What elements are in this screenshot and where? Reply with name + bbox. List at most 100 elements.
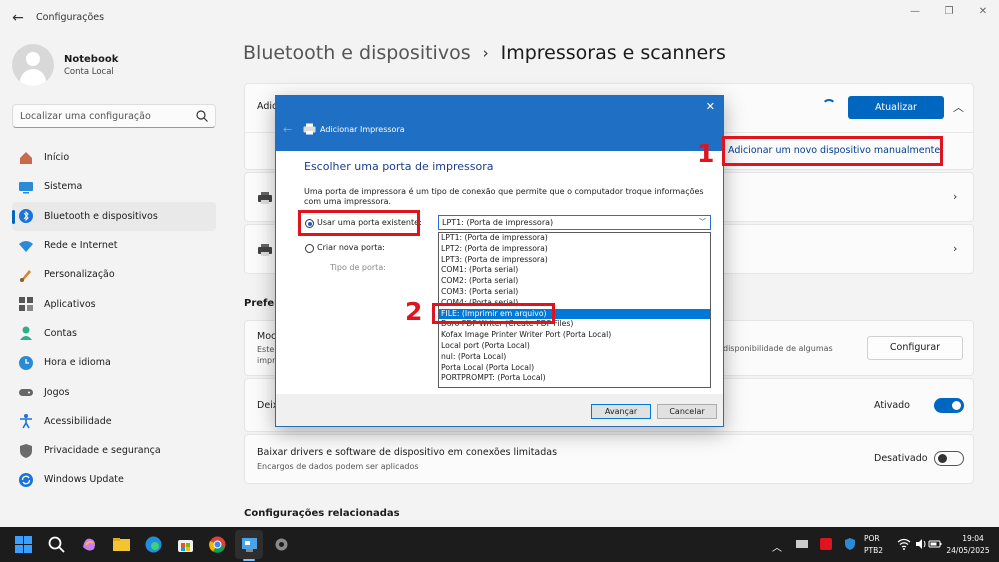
edge-icon[interactable] [144,535,163,554]
sidebar-item-inicio[interactable]: Início [12,143,216,172]
port-option[interactable]: COM1: (Porta serial) [439,265,710,276]
sidebar-item-label: Contas [44,327,77,339]
sidebar-item-label: Aplicativos [44,298,96,310]
sidebar-item-contas[interactable]: Contas [12,319,216,348]
metered-download-toggle[interactable] [934,451,964,466]
user-icon [20,326,32,341]
next-button[interactable]: Avançar [591,404,651,419]
configure-button[interactable]: Configurar [867,336,963,360]
chrome-icon[interactable] [208,535,227,554]
metered-download-title: Baixar drivers e software de dispositivo… [257,447,558,458]
tray-overflow-chevron-icon[interactable]: ︿ [772,539,782,554]
maximize-icon[interactable]: ❐ [940,6,958,20]
printer-icon [303,123,316,135]
sidebar-item-label: Bluetooth e dispositivos [44,210,158,222]
printer-icon [258,244,272,256]
default-printer-toggle[interactable] [934,398,964,413]
port-option[interactable]: LPT1: (Porta de impressora) [439,233,710,244]
sidebar-item-aplicativos[interactable]: Aplicativos [12,289,216,318]
port-option[interactable]: nul: (Porta Local) [439,352,710,363]
related-settings-title: Configurações relacionadas [244,508,400,519]
port-option[interactable]: LPT2: (Porta de impressora) [439,244,710,255]
settings-search[interactable] [12,104,216,128]
user-profile[interactable]: Notebook Conta Local [12,44,118,86]
chevron-right-icon[interactable]: › [953,190,957,203]
clock-date[interactable]: 24/05/2025 [938,546,998,555]
port-option[interactable]: Porta Local (Porta Local) [439,363,710,374]
port-option[interactable]: PORTPROMPT: (Porta Local) [439,373,710,384]
mode-sub-2: impr [257,356,276,365]
toggle-state-label: Desativado [874,453,928,464]
search-input[interactable] [13,105,188,127]
mode-sub-1: Este [257,345,275,354]
volume-icon[interactable] [914,537,928,551]
create-new-port-radio[interactable] [305,244,314,253]
tray-red-app-icon[interactable] [819,537,833,551]
printer-icon [258,192,272,204]
tray-app-icon[interactable] [795,537,809,551]
taskbar: ︿ POR PTB2 19:04 24/05/2025 [0,527,999,562]
port-option[interactable]: Local port (Porta Local) [439,341,710,352]
loading-spinner-icon [822,99,836,113]
sidebar-item-acessibilidade[interactable]: Acessibilidade [12,407,216,436]
chevron-right-icon[interactable]: › [953,242,957,255]
metered-download-sub: Encargos de dados podem ser aplicados [257,462,419,471]
minimize-icon[interactable]: — [906,6,924,20]
preferences-section-title: Prefer [244,298,280,309]
chevron-down-icon[interactable]: ﹀ [699,216,706,229]
dialog-heading: Escolher uma porta de impressora [304,160,494,173]
dialog-title: Adicionar Impressora [320,125,405,134]
monitor-icon [19,181,33,194]
annotation-box-add-link [722,136,943,166]
copilot-icon[interactable] [80,535,99,554]
port-option[interactable]: Kofax Image Printer Writer Port (Porta L… [439,330,710,341]
sidebar-item-jogos[interactable]: Jogos [12,377,216,406]
clock-time[interactable]: 19:04 [948,534,998,543]
sidebar-item-personalizacao[interactable]: Personalização [12,260,216,289]
sidebar-item-label: Hora e idioma [44,357,111,369]
windows-start-icon[interactable] [14,535,33,554]
keyboard-layout[interactable]: PTB2 [864,546,883,555]
sidebar-item-privacidade[interactable]: Privacidade e segurança [12,436,216,465]
home-icon [20,151,32,164]
create-new-port-label[interactable]: Criar nova porta: [317,243,385,252]
dialog-back-arrow-icon[interactable]: ← [283,123,292,136]
search-icon[interactable] [195,109,209,123]
store-icon[interactable] [176,535,195,554]
sidebar-item-sistema[interactable]: Sistema [12,172,216,201]
breadcrumb-parent[interactable]: Bluetooth e dispositivos [243,42,471,64]
sidebar-item-label: Personalização [44,269,115,281]
port-option[interactable]: COM2: (Porta serial) [439,276,710,287]
dialog-footer: Avançar Cancelar [276,394,723,426]
close-icon[interactable]: ✕ [974,6,992,20]
accessibility-icon [20,414,32,429]
avatar [12,44,54,86]
sidebar-item-label: Windows Update [44,474,124,486]
existing-port-select[interactable]: LPT1: (Porta de impressora) ﹀ [438,215,711,230]
dialog-close-icon[interactable]: ✕ [706,100,715,113]
wifi-icon [19,240,33,252]
dialog-header: ✕ ← Adicionar Impressora [276,96,723,151]
dialog-description: Uma porta de impressora é um tipo de con… [304,187,704,206]
refresh-button[interactable]: Atualizar [848,96,944,119]
cancel-button[interactable]: Cancelar [657,404,717,419]
sidebar-item-bluetooth[interactable]: Bluetooth e dispositivos [12,201,216,231]
sidebar-item-rede[interactable]: Rede e Internet [12,231,216,260]
chevron-up-icon[interactable]: ︿ [953,99,964,115]
sidebar-item-hora[interactable]: Hora e idioma [12,348,216,377]
file-explorer-icon[interactable] [112,535,131,554]
annotation-box-use-existing [298,210,420,236]
sidebar-item-windows-update[interactable]: Windows Update [12,465,216,494]
wifi-icon[interactable] [897,537,911,551]
sidebar-item-label: Privacidade e segurança [44,445,161,457]
settings-gear-icon[interactable] [272,535,291,554]
profile-account: Conta Local [64,66,114,77]
port-option[interactable]: COM3: (Porta serial) [439,287,710,298]
language-code[interactable]: POR [864,534,880,543]
defender-shield-icon[interactable] [843,537,857,551]
search-icon[interactable] [47,535,66,554]
back-arrow-icon[interactable]: ← [8,8,28,28]
port-option[interactable]: LPT3: (Porta de impressora) [439,255,710,266]
annotation-step-2: 2 [405,297,423,326]
control-panel-icon[interactable] [240,535,259,554]
